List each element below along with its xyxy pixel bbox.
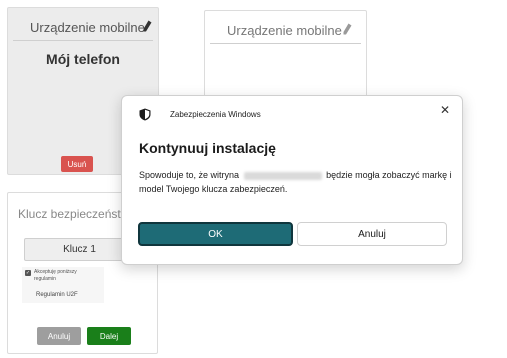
windows-security-dialog: Zabezpieczenia Windows ✕ Kontynuuj insta… — [121, 95, 463, 265]
dialog-heading: Kontynuuj instalację — [139, 140, 276, 156]
checkbox-checked-icon[interactable]: ✓ — [25, 270, 31, 276]
pencil-icon[interactable] — [143, 20, 152, 32]
dialog-message-prefix: Spowoduje to, że witryna — [139, 170, 240, 180]
dialog-message: Spowoduje to, że witryna będzie mogła zo… — [139, 168, 459, 196]
shield-icon — [139, 108, 151, 121]
close-icon[interactable]: ✕ — [438, 103, 452, 117]
device-card-title: Urządzenie mobilne — [30, 20, 145, 35]
ok-button[interactable]: OK — [138, 222, 293, 246]
key-select[interactable]: Klucz 1 — [24, 238, 135, 261]
dialog-cancel-button[interactable]: Anuluj — [297, 222, 447, 246]
divider — [210, 43, 361, 44]
device-card-title: Urządzenie mobilne — [227, 23, 342, 38]
device-name: Mój telefon — [46, 51, 120, 67]
divider — [13, 40, 153, 41]
terms-label: Akceptuję poniższy regulamin — [34, 269, 77, 282]
dialog-caption: Zabezpieczenia Windows — [170, 110, 261, 119]
redacted-site-name — [243, 171, 322, 180]
security-key-card-title: Klucz bezpieczeństwa — [18, 207, 137, 221]
next-button[interactable]: Dalej — [87, 327, 131, 345]
cancel-button[interactable]: Anuluj — [37, 327, 81, 345]
remove-device-button[interactable]: Usuń — [61, 156, 93, 172]
pencil-icon[interactable] — [343, 23, 352, 35]
regulation-link[interactable]: Regulamin U2F — [36, 292, 78, 298]
